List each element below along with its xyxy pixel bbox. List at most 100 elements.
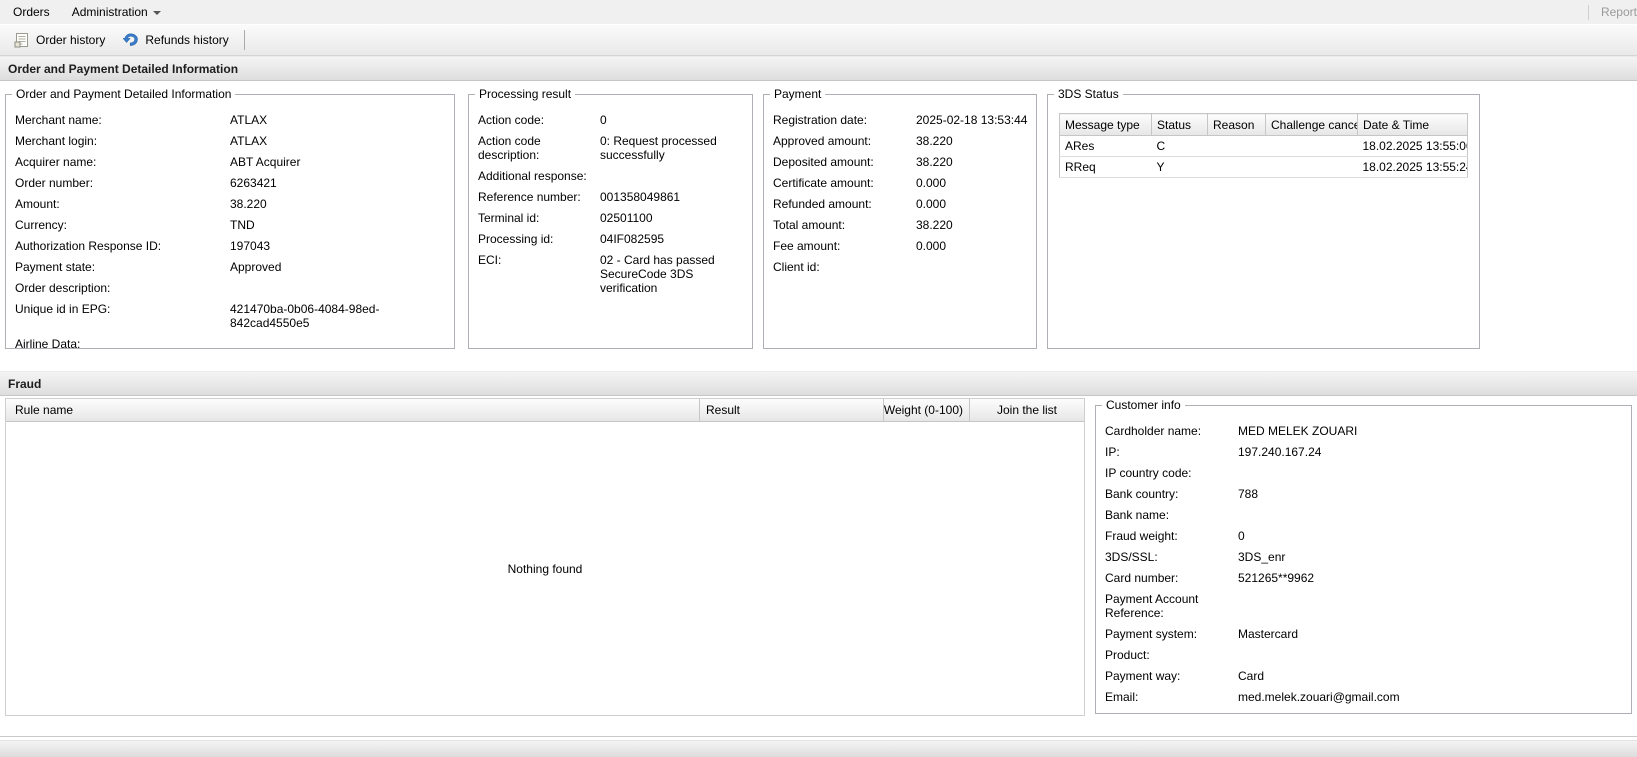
field-label: Action code: <box>469 113 600 127</box>
table-cell: Y <box>1152 157 1208 178</box>
field-row: Email:med.melek.zouari@gmail.com <box>1096 690 1631 704</box>
field-label: Processing id: <box>469 232 600 246</box>
field-value: 197.240.167.24 <box>1238 445 1631 459</box>
field-row: Payment system:Mastercard <box>1096 627 1631 641</box>
menu-bar: Orders Administration Report <box>0 0 1637 24</box>
field-value: med.melek.zouari@gmail.com <box>1238 690 1631 704</box>
field-value: 0 <box>1238 529 1631 543</box>
field-label: ECI: <box>469 253 600 295</box>
field-value <box>600 169 752 183</box>
column-header-result[interactable]: Result <box>700 399 884 421</box>
field-value: Mastercard <box>1238 627 1631 641</box>
customer-info-fields: Cardholder name:MED MELEK ZOUARI IP:197.2… <box>1096 418 1631 704</box>
field-row: Total amount:38.220 <box>764 218 1036 232</box>
field-row: Client id: <box>764 260 1036 274</box>
chevron-down-icon <box>153 11 161 15</box>
field-label: Email: <box>1096 690 1238 704</box>
table-cell: RReq <box>1060 157 1152 178</box>
field-label: Payment state: <box>6 260 230 274</box>
field-value <box>916 260 1036 274</box>
field-label: IP: <box>1096 445 1238 459</box>
column-header-weight[interactable]: Weight (0-100) <box>884 399 970 421</box>
field-label: Certificate amount: <box>764 176 916 190</box>
column-header-join-the-list[interactable]: Join the list <box>970 399 1084 421</box>
customer-info-legend: Customer info <box>1102 398 1185 412</box>
menu-separator <box>1588 5 1589 20</box>
field-value: 38.220 <box>230 197 454 211</box>
field-row: Amount:38.220 <box>6 197 454 211</box>
field-value <box>1238 648 1631 662</box>
field-label: Airline Data: <box>6 337 230 351</box>
processing-result-fields: Action code:0 Action code description:0: … <box>469 107 752 295</box>
table-cell: 18.02.2025 13:55:24 <box>1358 157 1468 178</box>
menu-item-orders[interactable]: Orders <box>2 1 61 23</box>
field-value: 0.000 <box>916 176 1036 190</box>
column-header-rule-name[interactable]: Rule name <box>6 399 700 421</box>
field-label: Bank name: <box>1096 508 1238 522</box>
column-header[interactable]: Reason <box>1208 114 1266 136</box>
menu-item-label: Orders <box>13 5 50 19</box>
field-row: Reference number:001358049861 <box>469 190 752 204</box>
field-row: Currency:TND <box>6 218 454 232</box>
three-ds-header-row: Message typeStatusReasonChallenge cancel… <box>1060 114 1468 136</box>
field-label: Approved amount: <box>764 134 916 148</box>
field-row: Additional response: <box>469 169 752 183</box>
field-label: Client id: <box>764 260 916 274</box>
field-value: 197043 <box>230 239 454 253</box>
field-row: Unique id in EPG:421470ba-0b06-4084-98ed… <box>6 302 454 330</box>
field-value: 0 <box>600 113 752 127</box>
column-header[interactable]: Message type <box>1060 114 1152 136</box>
field-row: Cardholder name:MED MELEK ZOUARI <box>1096 424 1631 438</box>
field-value: 6263421 <box>230 176 454 190</box>
field-row: Fraud weight:0 <box>1096 529 1631 543</box>
field-row: Merchant name:ATLAX <box>6 113 454 127</box>
table-row: RReqY 18.02.2025 13:55:24 <box>1060 157 1468 178</box>
field-row: Action code description:0: Request proce… <box>469 134 752 162</box>
field-label: Payment way: <box>1096 669 1238 683</box>
field-label: Product: <box>1096 648 1238 662</box>
field-value: 02 - Card has passed SecureCode 3DS veri… <box>600 253 752 295</box>
field-label: 3DS/SSL: <box>1096 550 1238 564</box>
menu-item-administration[interactable]: Administration <box>61 1 172 23</box>
processing-result-panel: Processing result Action code:0Action co… <box>468 87 753 349</box>
field-label: Merchant login: <box>6 134 230 148</box>
field-label: Currency: <box>6 218 230 232</box>
order-history-label: Order history <box>36 33 105 47</box>
fraud-table-header: Rule name Result Weight (0-100) Join the… <box>6 398 1084 422</box>
field-label: Fraud weight: <box>1096 529 1238 543</box>
toolbar-separator <box>244 30 245 50</box>
field-value: 001358049861 <box>600 190 752 204</box>
field-row: Acquirer name:ABT Acquirer <box>6 155 454 169</box>
payment-fields: Registration date:2025-02-18 13:53:44App… <box>764 107 1036 274</box>
field-row: IP:197.240.167.24 <box>1096 445 1631 459</box>
field-value <box>1238 508 1631 522</box>
three-ds-status-table: Message typeStatusReasonChallenge cancel… <box>1059 113 1468 178</box>
menu-item-report[interactable]: Report <box>1601 5 1637 19</box>
field-row: Approved amount:38.220 <box>764 134 1036 148</box>
field-row: Authorization Response ID:197043 <box>6 239 454 253</box>
field-value: 38.220 <box>916 134 1036 148</box>
field-label: Bank country: <box>1096 487 1238 501</box>
column-header[interactable]: Date & Time <box>1358 114 1468 136</box>
field-value <box>230 337 454 351</box>
table-row: AResC18.02.2025 13:55:06 <box>1060 136 1468 157</box>
three-ds-status-panel: 3DS Status Message typeStatusReasonChall… <box>1047 87 1480 349</box>
field-row: Order number:6263421 <box>6 176 454 190</box>
field-value: ABT Acquirer <box>230 155 454 169</box>
field-label: Registration date: <box>764 113 916 127</box>
table-cell <box>1208 136 1266 157</box>
refunds-history-button[interactable]: Refunds history <box>114 27 237 53</box>
field-value: 521265**9962 <box>1238 571 1631 585</box>
order-history-button[interactable]: Order history <box>5 27 114 53</box>
field-value: ATLAX <box>230 113 454 127</box>
field-label: Reference number: <box>469 190 600 204</box>
field-value: 0.000 <box>916 197 1036 211</box>
column-header[interactable]: Status <box>1152 114 1208 136</box>
table-cell <box>1266 136 1358 157</box>
field-row: Order description: <box>6 281 454 295</box>
field-value <box>230 281 454 295</box>
column-header[interactable]: Challenge cancel <box>1266 114 1358 136</box>
order-info-panel: Order and Payment Detailed Information M… <box>5 87 455 349</box>
field-value: 02501100 <box>600 211 752 225</box>
field-label: Payment system: <box>1096 627 1238 641</box>
